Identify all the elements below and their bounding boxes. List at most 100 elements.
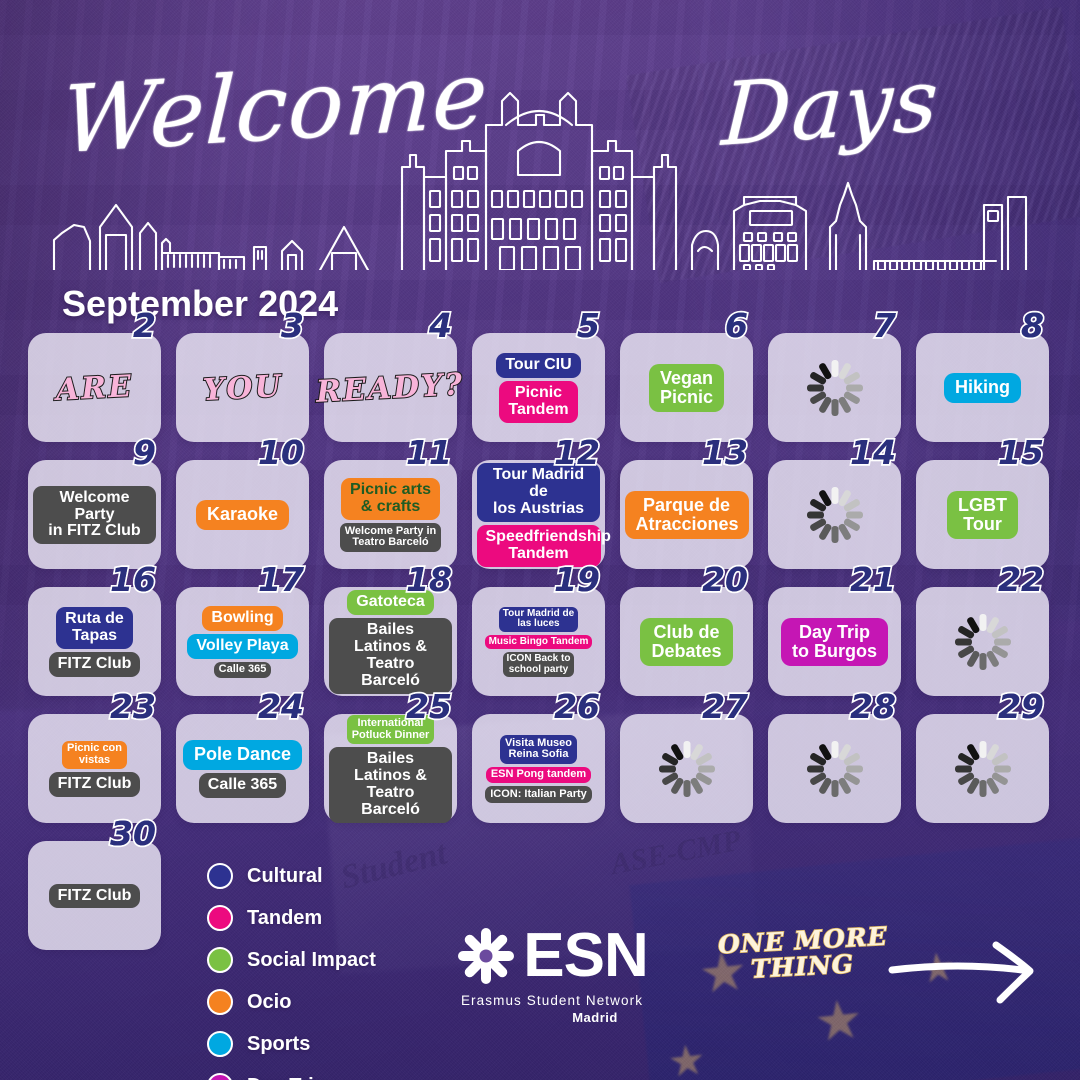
legend-color-dot [207, 863, 233, 889]
event-chip[interactable]: Pole Dance [182, 740, 303, 770]
day-number: 5 [577, 306, 600, 345]
event-chip[interactable]: FITZ Club [48, 651, 141, 677]
event-chip[interactable]: FITZ Club [48, 772, 141, 798]
legend-color-dot [207, 989, 233, 1015]
event-chip[interactable]: Calle 365 [213, 661, 272, 679]
calendar-day-2[interactable]: 2 2 ARE [28, 307, 161, 442]
day-number: 25 [406, 687, 452, 726]
event-chip[interactable]: Parque de Atracciones [624, 490, 749, 540]
day-number: 18 [406, 560, 452, 599]
calendar-day-19[interactable]: 19 19 Tour Madrid de las luces Music Bingo … [472, 561, 605, 696]
event-chip[interactable]: ICON Back to school party [502, 652, 575, 678]
legend-item-0: Cultural [207, 862, 399, 890]
calendar-day-24[interactable]: 24 24 Pole Dance Calle 365 [176, 688, 309, 823]
event-chip[interactable]: Tour CIU [496, 353, 581, 379]
calendar-day-9[interactable]: 9 9 Welcome Party in FITZ Club [28, 434, 161, 569]
calendar-day-20[interactable]: 20 20 Club de Debates [620, 561, 753, 696]
day-number: 3 [281, 306, 304, 345]
event-chip[interactable]: Club de Debates [640, 617, 733, 667]
calendar-day-16[interactable]: 16 16 Ruta de Tapas FITZ Club [28, 561, 161, 696]
event-chip[interactable]: ICON: Italian Party [485, 786, 592, 803]
day-number: 29 [998, 687, 1044, 726]
calendar-day-26[interactable]: 26 26 Visita Museo Reina Sofia ESN Pong tan… [472, 688, 605, 823]
esn-star-icon [458, 928, 515, 984]
event-chip[interactable]: Picnic arts & crafts [341, 478, 440, 521]
calendar-day-28[interactable]: 28 28 [768, 688, 901, 823]
calendar-day-14[interactable]: 14 14 [768, 434, 901, 569]
esn-wordmark: ESN [523, 921, 648, 990]
loading-spinner-icon [805, 739, 865, 799]
loading-spinner-icon [953, 739, 1013, 799]
event-chip[interactable]: Ruta de Tapas [56, 607, 133, 649]
calendar-day-10[interactable]: 10 10 Karaoke [176, 434, 309, 569]
day-number: 26 [554, 687, 600, 726]
calendar-day-22[interactable]: 22 22 [916, 561, 1049, 696]
category-legend: Cultural Tandem Social Impact Ocio Sports Day… [207, 862, 399, 1080]
legend-color-dot [207, 947, 233, 973]
calendar-day-5[interactable]: 5 5 Tour CIU Picnic Tandem [472, 307, 605, 442]
calendar-day-8[interactable]: 8 8 Hiking [916, 307, 1049, 442]
calendar-day-3[interactable]: 3 3 YOU [176, 307, 309, 442]
calendar-day-21[interactable]: 21 21 Day Trip to Burgos [768, 561, 901, 696]
event-chip[interactable]: Bailes Latinos & Teatro Barceló [329, 746, 452, 823]
day-number: 11 [406, 433, 452, 472]
day-number: 4 [429, 306, 452, 345]
event-chip[interactable]: Visita Museo Reina Sofia [499, 735, 578, 764]
day-number: 7 [873, 306, 896, 345]
event-chip[interactable]: Day Trip to Burgos [781, 617, 888, 667]
event-chip[interactable]: Vegan Picnic [648, 363, 725, 413]
event-chip[interactable]: LGBT Tour [947, 490, 1018, 540]
event-chip[interactable]: Hiking [943, 373, 1021, 403]
day-number: 16 [110, 560, 156, 599]
event-chip[interactable]: Bowling [202, 605, 283, 631]
calendar-day-30[interactable]: 30 30 FITZ Club [28, 815, 161, 950]
event-chip[interactable]: Bailes Latinos & Teatro Barceló [329, 618, 452, 694]
event-chip[interactable]: Calle 365 [198, 772, 287, 798]
day-number: 19 [554, 560, 600, 599]
legend-color-dot [207, 905, 233, 931]
event-chip[interactable]: Picnic Tandem [499, 381, 578, 423]
calendar-day-27[interactable]: 27 27 [620, 688, 753, 823]
day-number: 27 [702, 687, 748, 726]
event-chip[interactable]: Picnic con vistas [61, 740, 128, 770]
day-number: 6 [725, 306, 748, 345]
event-chip[interactable]: Music Bingo Tandem [484, 634, 593, 650]
calendar-day-29[interactable]: 29 29 [916, 688, 1049, 823]
day-number: 13 [702, 433, 748, 472]
legend-label: Tandem [247, 906, 323, 929]
calendar-day-23[interactable]: 23 23 Picnic con vistas FITZ Club [28, 688, 161, 823]
calendar-day-18[interactable]: 18 18 Gatoteca Bailes Latinos & Teatro Barc… [324, 561, 457, 696]
calendar-day-17[interactable]: 17 17 Bowling Volley Playa Calle 365 [176, 561, 309, 696]
calendar-day-4[interactable]: 4 4 READY? [315, 307, 466, 442]
calendar-day-6[interactable]: 6 6 Vegan Picnic [620, 307, 753, 442]
calendar-day-13[interactable]: 13 13 Parque de Atracciones [620, 434, 753, 569]
one-more-thing-note: ONE MORE THING [717, 921, 889, 985]
teaser-word: YOU [201, 367, 284, 408]
loading-spinner-icon [953, 612, 1013, 672]
day-number: 24 [258, 687, 304, 726]
esn-subtitle: Erasmus Student Network [460, 993, 644, 1008]
calendar-day-11[interactable]: 11 11 Picnic arts & crafts Welcome Party in… [324, 434, 457, 569]
day-number: 30 [110, 814, 156, 853]
event-chip[interactable]: Tour Madrid de las luces [498, 606, 579, 632]
event-chip[interactable]: FITZ Club [48, 883, 141, 909]
calendar-day-15[interactable]: 15 15 LGBT Tour [916, 434, 1049, 569]
event-chip[interactable]: Karaoke [195, 500, 290, 530]
event-chip[interactable]: Volley Playa [187, 633, 298, 659]
one-more-thing-line2: THING [750, 949, 856, 985]
legend-label: Social Impact [247, 948, 376, 971]
calendar-grid: 2 2 ARE 3 3 YOU 4 4 READY? 5 5 Tour CIU Picnic Tande… [28, 307, 1052, 950]
day-number: 8 [1021, 306, 1044, 345]
calendar-day-7[interactable]: 77 [768, 307, 901, 442]
event-chip[interactable]: ESN Pong tandem [485, 766, 592, 784]
calendar-day-12[interactable]: 12 12 Tour Madrid de los Austrias Speedfrie… [472, 434, 611, 569]
day-number: 9 [133, 433, 156, 472]
event-chip[interactable]: Welcome Party in Teatro Barceló [339, 523, 442, 552]
calendar-day-25[interactable]: 25 25 International Potluck Dinner Bailes L… [324, 688, 457, 823]
day-number: 14 [850, 433, 896, 472]
event-chip[interactable]: Welcome Party in FITZ Club [33, 485, 156, 545]
day-number: 12 [554, 433, 600, 472]
day-number: 28 [850, 687, 896, 726]
legend-label: Ocio [247, 990, 292, 1013]
legend-label: Cultural [247, 864, 323, 887]
